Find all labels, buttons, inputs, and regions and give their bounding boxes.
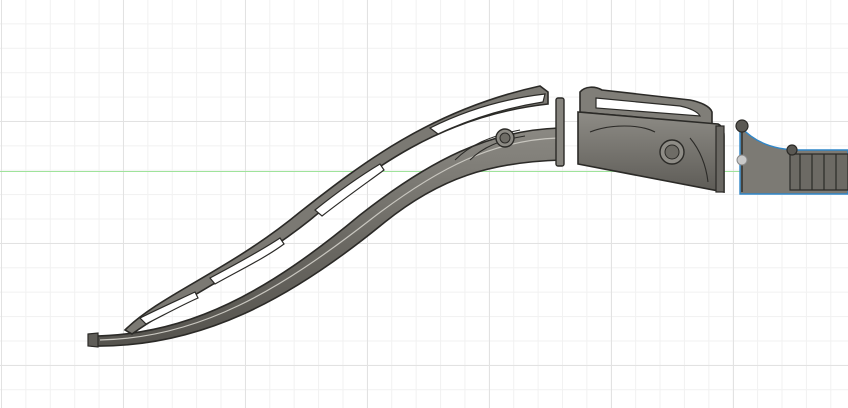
limb-end-cap xyxy=(555,97,565,167)
limb-connector-block[interactable] xyxy=(577,86,725,193)
limb-tip xyxy=(87,332,99,348)
design-canvas[interactable] xyxy=(0,0,848,408)
selection-handle[interactable] xyxy=(736,154,748,166)
riser-grip-section xyxy=(789,153,848,191)
selection-handle[interactable] xyxy=(786,144,798,156)
selection-handle[interactable] xyxy=(735,119,749,133)
connector-body xyxy=(577,111,725,193)
model-view[interactable] xyxy=(0,0,848,408)
riser-handle[interactable] xyxy=(735,119,848,195)
limb-cutout-window xyxy=(209,237,285,285)
connector-side-plate xyxy=(715,125,725,193)
bow-lower-limb[interactable] xyxy=(87,85,565,348)
